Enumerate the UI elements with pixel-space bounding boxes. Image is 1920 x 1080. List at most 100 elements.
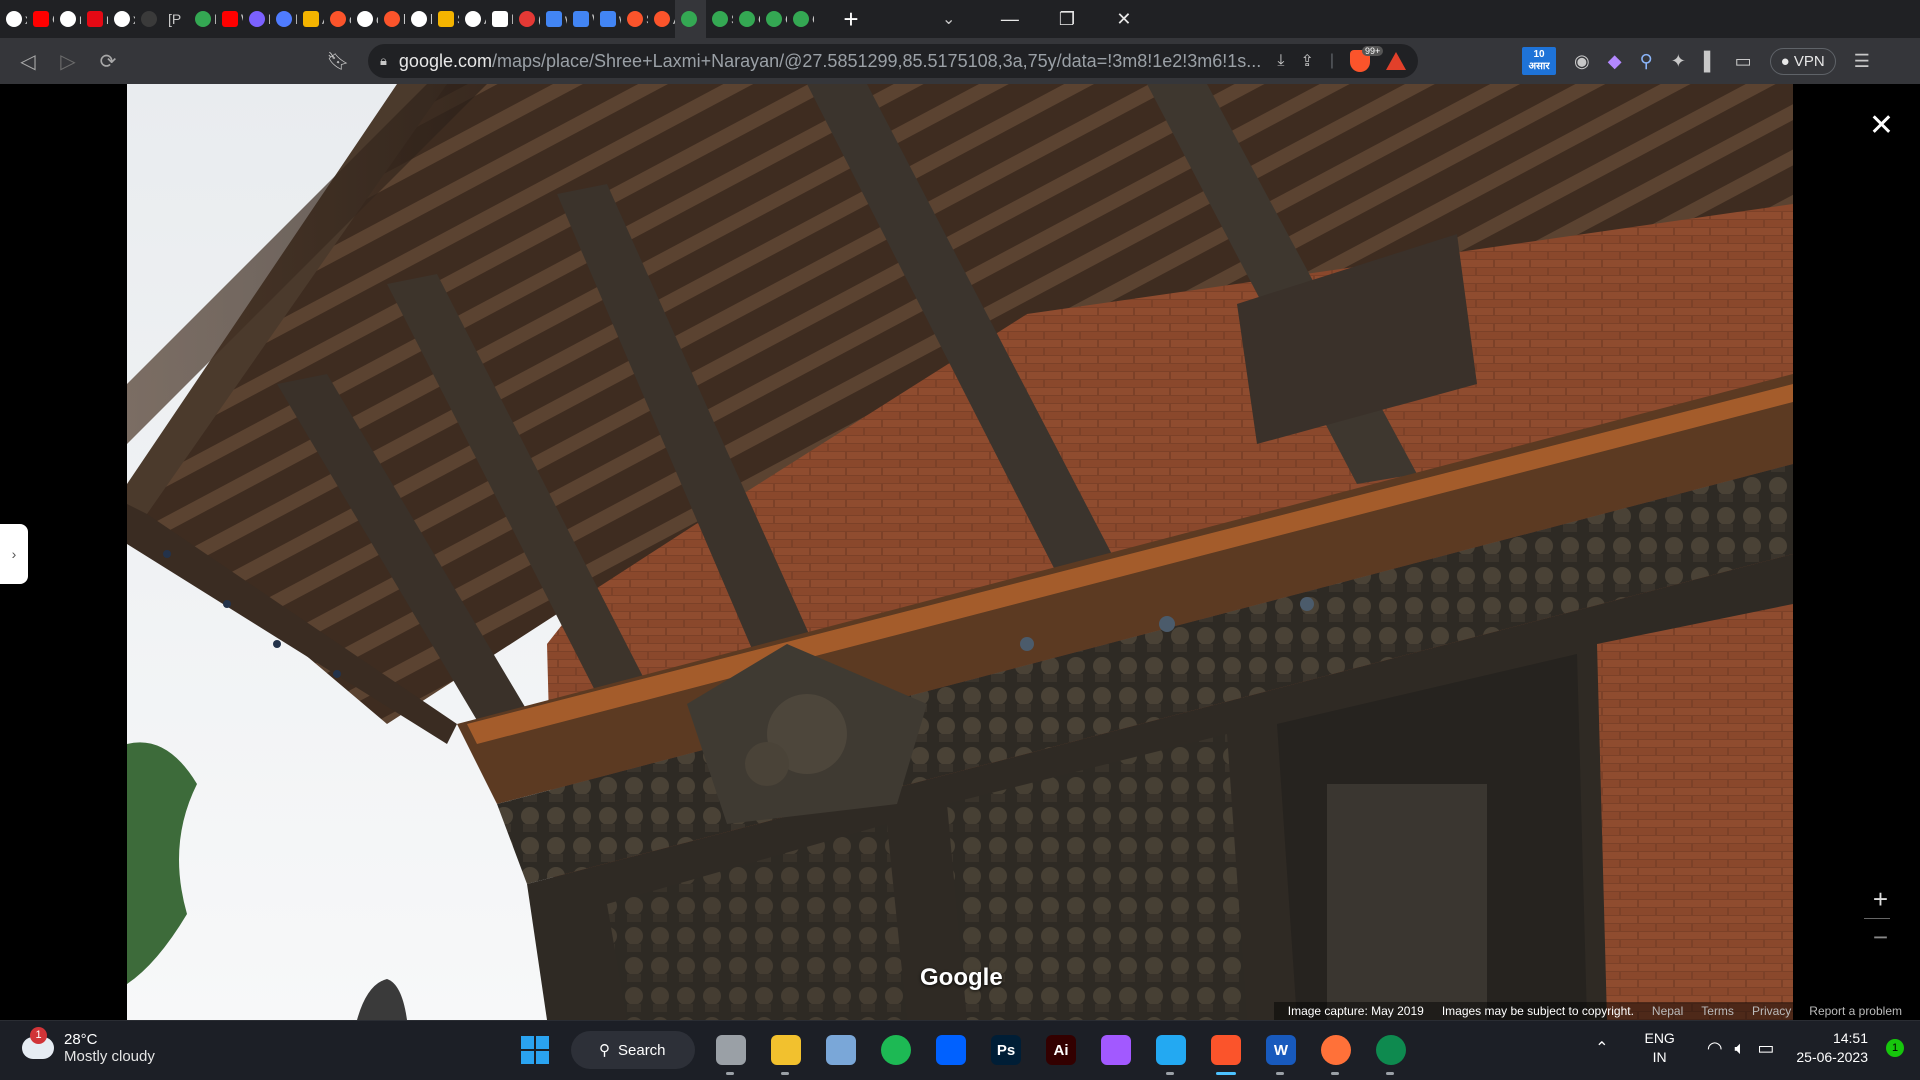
extension-gem-icon[interactable]: ◆ — [1608, 51, 1622, 72]
browser-tab[interactable]: (9 — [513, 0, 540, 38]
running-indicator — [1216, 1072, 1236, 1075]
taskbar-app-vscode[interactable] — [1152, 1031, 1190, 1075]
browser-tab[interactable]: xa — [0, 0, 27, 38]
browser-tab[interactable]: w — [540, 0, 567, 38]
status-icons[interactable]: ◠ 🔈︎ ▭ — [1707, 1038, 1775, 1059]
taskbar-app-settings[interactable] — [822, 1031, 860, 1069]
address-bar[interactable]: 🔒︎ google.com/maps/place/Shree+Laxmi+Nar… — [368, 44, 1418, 78]
browser-tab[interactable] — [135, 0, 162, 38]
browser-tab[interactable]: cy — [351, 0, 378, 38]
extension-location-icon[interactable]: ⚲ — [1640, 51, 1653, 72]
back-button[interactable]: ◁ — [8, 49, 48, 74]
tab-title: [P — [168, 11, 182, 27]
browser-tab[interactable]: As — [297, 0, 324, 38]
url-host: google.com — [398, 50, 492, 71]
vpn-button[interactable]: ● VPN — [1769, 47, 1836, 75]
taskbar-app-app-green[interactable] — [1372, 1031, 1410, 1075]
new-tab-button[interactable]: + — [836, 4, 866, 35]
weather-widget[interactable]: 1 28°C Mostly cloudy — [22, 1027, 155, 1065]
browser-tab[interactable]: m — [81, 0, 108, 38]
extension-circle-icon[interactable]: ◉ — [1574, 51, 1590, 72]
close-viewer-icon[interactable]: ✕ — [1869, 108, 1894, 143]
share-icon[interactable]: ⇪ — [1300, 51, 1313, 71]
menu-icon[interactable]: ☰ — [1854, 51, 1870, 72]
tab-search-chevron-icon[interactable]: ⌄ — [942, 9, 955, 29]
lang-code: ENG — [1644, 1030, 1675, 1046]
browser-tab[interactable]: Gc — [760, 0, 787, 38]
clock[interactable]: 14:51 25-06-2023 — [1796, 1029, 1868, 1067]
image-icon — [303, 11, 319, 27]
browser-tab[interactable]: Ar — [459, 0, 486, 38]
running-indicator — [1331, 1072, 1339, 1075]
taskbar-app-firefox[interactable] — [1317, 1031, 1355, 1075]
taskbar-app-dropbox[interactable] — [932, 1031, 970, 1069]
brave-rewards-icon[interactable] — [1386, 52, 1406, 70]
cloud-icon: 1 — [22, 1027, 54, 1059]
browser-tab[interactable]: W — [216, 0, 243, 38]
medium-icon — [465, 11, 481, 27]
running-indicator — [781, 1072, 789, 1075]
taskbar-app-figma[interactable] — [1097, 1031, 1135, 1069]
forward-button[interactable]: ▷ — [48, 49, 88, 74]
browser-tab[interactable]: Gc — [787, 0, 814, 38]
pen-icon — [195, 11, 211, 27]
wallet-icon[interactable]: ▭ — [1735, 51, 1752, 72]
github-icon — [114, 11, 130, 27]
brave-shield-icon — [654, 11, 670, 27]
google-icon — [357, 11, 373, 27]
notification-badge[interactable]: 1 — [1886, 1039, 1904, 1057]
taskbar-app-spotify[interactable] — [877, 1031, 915, 1069]
browser-tab[interactable]: M — [243, 0, 270, 38]
browser-tab[interactable]: ✕ — [675, 0, 706, 38]
browser-tab[interactable]: W — [567, 0, 594, 38]
taskbar-app-illustrator[interactable]: Ai — [1042, 1031, 1080, 1069]
tab-strip: xaGommxa[PBuWMPrAscycyhahaStArD((9wWwShA… — [0, 0, 1920, 38]
taskbar-app-file-explorer[interactable] — [767, 1031, 805, 1075]
browser-tab[interactable]: Pr — [270, 0, 297, 38]
report-problem-link[interactable]: Report a problem — [1809, 1004, 1902, 1018]
battery-icon: ▭ — [1757, 1037, 1775, 1058]
taskbar-app-photoshop[interactable]: Ps — [987, 1031, 1025, 1069]
reload-button[interactable]: ⟳ — [88, 49, 128, 74]
bookmark-icon[interactable]: 🔖︎ — [318, 51, 358, 72]
browser-tab[interactable]: Go — [27, 0, 54, 38]
expand-panel-button[interactable]: › — [0, 524, 28, 584]
vscode-icon — [1156, 1035, 1186, 1065]
input-language[interactable]: ENG IN — [1644, 1029, 1674, 1067]
terms-link[interactable]: Terms — [1701, 1004, 1734, 1018]
browser-tab[interactable]: Sh — [621, 0, 648, 38]
browser-tab[interactable]: Bu — [189, 0, 216, 38]
browser-tab[interactable]: ha — [378, 0, 405, 38]
taskbar-app-word[interactable]: W — [1262, 1031, 1300, 1075]
browser-tab[interactable]: ha — [405, 0, 432, 38]
browser-tab[interactable]: D( — [486, 0, 513, 38]
sidebar-icon[interactable]: ▌ — [1704, 51, 1717, 72]
extensions-puzzle-icon[interactable]: ✦ — [1671, 51, 1686, 72]
install-app-icon[interactable]: ⤓ — [1277, 52, 1284, 70]
zoom-in-button[interactable]: + — [1873, 884, 1888, 915]
browser-tab[interactable]: Sh — [706, 0, 733, 38]
restore-button[interactable]: ❐ — [1038, 9, 1095, 30]
brave-shields-icon[interactable]: 99+ — [1350, 46, 1384, 72]
browser-tab[interactable]: Gc — [733, 0, 760, 38]
browser-tab[interactable]: xa — [108, 0, 135, 38]
street-view-photo[interactable] — [127, 84, 1793, 1020]
show-hidden-icons-chevron[interactable]: ⌃ — [1595, 1038, 1608, 1058]
browser-tab[interactable]: St — [432, 0, 459, 38]
country-link[interactable]: Nepal — [1652, 1004, 1683, 1018]
nepali-date-extension[interactable]: 10 असार — [1522, 47, 1556, 75]
privacy-link[interactable]: Privacy — [1752, 1004, 1791, 1018]
browser-tab[interactable]: Al — [648, 0, 675, 38]
taskbar-search[interactable]: ⚲ Search — [571, 1031, 695, 1069]
start-button[interactable] — [516, 1031, 554, 1069]
minimize-button[interactable]: — — [981, 9, 1038, 30]
taskbar-app-task-view[interactable] — [712, 1031, 750, 1075]
browser-tab[interactable]: cy — [324, 0, 351, 38]
street-view-viewer[interactable]: › ✕ + − Google Image capture: May 2019 I… — [0, 84, 1920, 1020]
browser-tab[interactable]: [P — [162, 0, 189, 38]
browser-tab[interactable]: w — [594, 0, 621, 38]
browser-tab[interactable]: m — [54, 0, 81, 38]
taskbar-app-brave[interactable] — [1207, 1031, 1245, 1075]
zoom-out-button[interactable]: − — [1873, 922, 1888, 953]
close-window-button[interactable]: ✕ — [1095, 9, 1152, 30]
